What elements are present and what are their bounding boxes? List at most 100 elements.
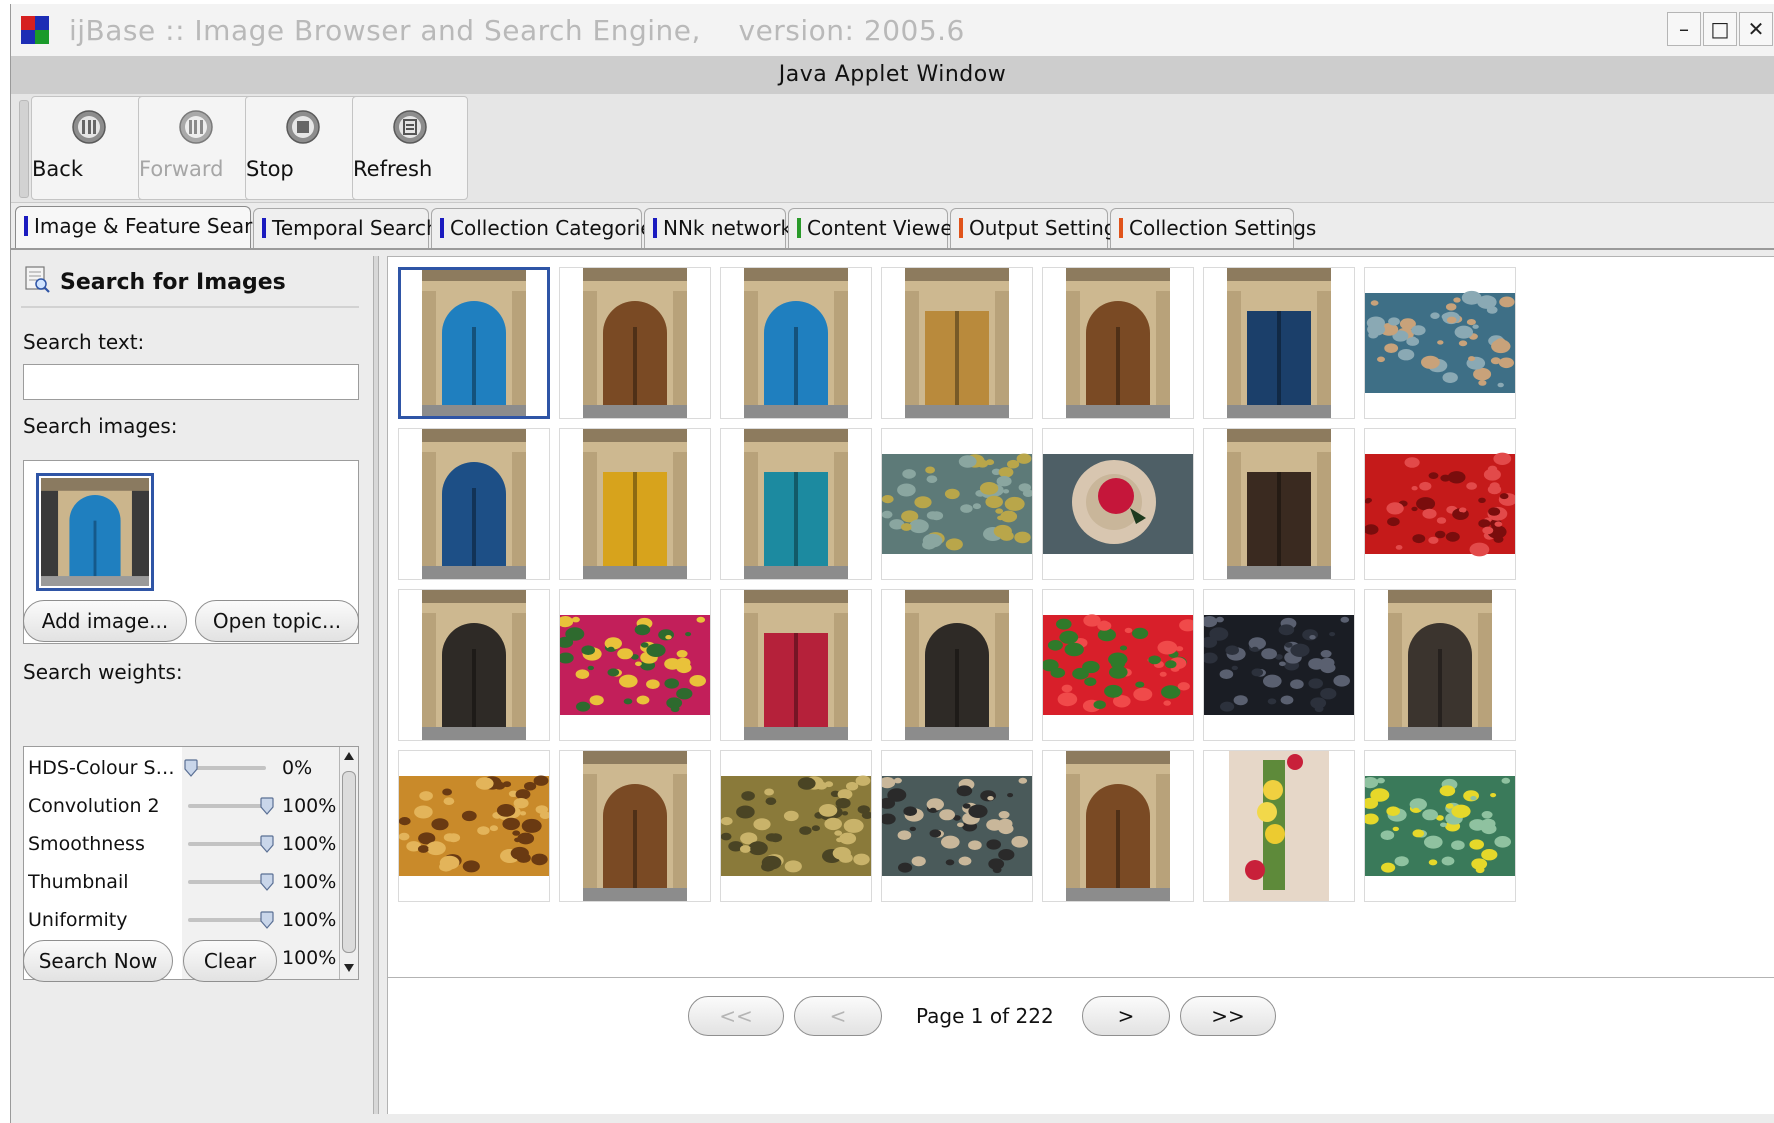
stop-label: Stop: [246, 157, 294, 181]
tab-collection-categories[interactable]: Collection Categories: [431, 208, 663, 248]
result-thumbnail[interactable]: [881, 428, 1033, 580]
refresh-button[interactable]: Refresh: [352, 96, 468, 200]
result-thumbnail[interactable]: [398, 428, 550, 580]
result-thumbnail[interactable]: [1364, 428, 1516, 580]
water-lilies-image: [1365, 751, 1515, 901]
result-thumbnail[interactable]: [1042, 589, 1194, 741]
result-thumbnail[interactable]: [1203, 750, 1355, 902]
next-page-button[interactable]: >: [1082, 996, 1170, 1036]
weight-slider-track[interactable]: [188, 918, 266, 922]
tab-collection-settings[interactable]: Collection Settings: [1110, 208, 1316, 248]
forward-icon: [179, 110, 213, 144]
dark-door-image: [1204, 429, 1354, 579]
result-thumbnail[interactable]: [559, 589, 711, 741]
result-thumbnail[interactable]: [398, 750, 550, 902]
weight-slider-track[interactable]: [188, 766, 266, 770]
result-thumbnail[interactable]: [720, 589, 872, 741]
tab-marker: [262, 218, 266, 238]
blue-door-image: [721, 268, 871, 418]
tab-marker: [440, 218, 444, 238]
tab-label: Output Settings: [969, 216, 1127, 240]
first-page-button[interactable]: <<: [688, 996, 784, 1036]
clear-button[interactable]: Clear: [183, 940, 277, 982]
result-thumbnail[interactable]: [398, 589, 550, 741]
search-now-button[interactable]: Search Now: [23, 940, 173, 982]
tab-label: Image & Feature Search: [34, 214, 276, 238]
tab-image-feature-search[interactable]: Image & Feature Search: [15, 206, 276, 248]
scroll-down-icon[interactable]: [343, 963, 355, 973]
minimize-button[interactable]: –: [1667, 12, 1701, 46]
toolbar: Back Forward Stop Refresh: [11, 94, 1774, 203]
result-thumbnail[interactable]: [398, 267, 550, 419]
tab-nnk-network[interactable]: NNk network: [644, 208, 792, 248]
weight-slider-track[interactable]: [188, 880, 266, 884]
back-button[interactable]: Back: [31, 96, 147, 200]
result-thumbnail[interactable]: [1364, 267, 1516, 419]
result-thumbnail[interactable]: [720, 267, 872, 419]
result-thumbnail[interactable]: [881, 589, 1033, 741]
prev-page-button[interactable]: <: [794, 996, 882, 1036]
result-thumbnail[interactable]: [720, 750, 872, 902]
stop-button[interactable]: Stop: [245, 96, 361, 200]
blue-door-image: [401, 270, 547, 416]
result-thumbnail[interactable]: [881, 267, 1033, 419]
result-thumbnail[interactable]: [1042, 750, 1194, 902]
search-document-icon: [25, 266, 50, 293]
tab-label: Temporal Search: [272, 216, 439, 240]
yellow-flowers-vase-image: [1204, 751, 1354, 901]
result-thumbnail[interactable]: [1042, 428, 1194, 580]
pebbles-image: [1365, 268, 1515, 418]
blue-door-image: [41, 478, 149, 586]
weight-slider-track[interactable]: [188, 804, 266, 808]
result-thumbnail[interactable]: [720, 428, 872, 580]
weights-scrollbar[interactable]: [339, 747, 358, 979]
result-thumbnail[interactable]: [559, 267, 711, 419]
add-image-button[interactable]: Add image...: [23, 600, 187, 642]
weight-slider-knob[interactable]: [260, 911, 274, 929]
close-button[interactable]: ✕: [1739, 12, 1773, 46]
golden-texture-image: [721, 751, 871, 901]
result-thumbnail[interactable]: [1203, 589, 1355, 741]
result-thumbnail[interactable]: [1364, 589, 1516, 741]
results-panel: << < Page 1 of 222 > >>: [387, 256, 1774, 1114]
search-text-input[interactable]: [23, 364, 359, 400]
scroll-up-icon[interactable]: [343, 751, 355, 761]
dark-blue-door-image: [1204, 268, 1354, 418]
weight-slider-knob[interactable]: [260, 797, 274, 815]
weight-slider-knob[interactable]: [184, 759, 198, 777]
tab-content-viewer[interactable]: Content Viewer: [788, 208, 961, 248]
result-thumbnail[interactable]: [559, 750, 711, 902]
red-beads-image: [1365, 429, 1515, 579]
toolbar-grip[interactable]: [19, 100, 29, 198]
tab-marker: [797, 218, 801, 238]
lichen-texture-image: [882, 429, 1032, 579]
app-logo-icon: [21, 16, 49, 44]
arched-dark-door-image: [882, 590, 1032, 740]
result-thumbnail[interactable]: [559, 428, 711, 580]
search-images-label: Search images:: [23, 414, 178, 438]
tab-temporal-search[interactable]: Temporal Search: [253, 208, 439, 248]
weight-slider-knob[interactable]: [260, 873, 274, 891]
weight-slider-track[interactable]: [188, 842, 266, 846]
panel-splitter[interactable]: [373, 256, 379, 1114]
open-topic-button[interactable]: Open topic...: [195, 600, 359, 642]
search-text-label: Search text:: [23, 330, 145, 354]
red-flower-plate-image: [1043, 429, 1193, 579]
scrollbar-thumb[interactable]: [342, 771, 356, 953]
tab-label: Collection Categories: [450, 216, 664, 240]
result-thumbnail[interactable]: [881, 750, 1033, 902]
result-thumbnail[interactable]: [1364, 750, 1516, 902]
result-thumbnail[interactable]: [1042, 267, 1194, 419]
almond-cookies-image: [399, 751, 549, 901]
last-page-button[interactable]: >>: [1180, 996, 1276, 1036]
title-bar[interactable]: ijBase :: Image Browser and Search Engin…: [11, 4, 1774, 56]
query-image[interactable]: [36, 473, 154, 591]
maximize-button[interactable]: □: [1703, 12, 1737, 46]
tab-output-settings[interactable]: Output Settings: [950, 208, 1127, 248]
weight-slider-knob[interactable]: [260, 835, 274, 853]
result-thumbnail[interactable]: [1203, 428, 1355, 580]
result-thumbnail[interactable]: [1203, 267, 1355, 419]
yellow-door-image: [560, 429, 710, 579]
weight-name: Convolution 2: [28, 795, 160, 817]
forward-button[interactable]: Forward: [138, 96, 254, 200]
